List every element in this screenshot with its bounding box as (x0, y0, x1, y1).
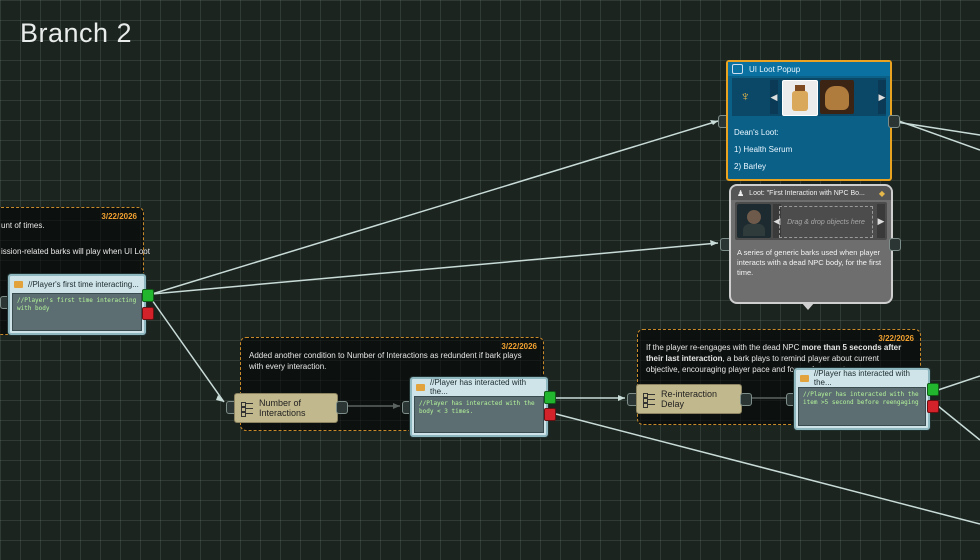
output-port-true[interactable] (142, 289, 154, 302)
wire-popup-out-2 (895, 121, 980, 136)
loot-heading: Dean's Loot: (734, 128, 779, 137)
next-arrow-button[interactable]: ▶ (877, 204, 885, 238)
arrow-to-delay (618, 395, 625, 401)
comment-text: Added another condition to Number of Int… (249, 351, 522, 371)
bark-node-first-interaction[interactable]: //Player's first time interacting... //P… (8, 274, 146, 335)
bark-node-reengage[interactable]: //Player has interacted with the... //Pl… (794, 368, 930, 430)
output-port-true[interactable] (544, 391, 556, 404)
person-icon: ♟ (737, 188, 745, 198)
node-script: //Player's first time interacting with b… (12, 293, 142, 331)
node-script: //Player has interacted with the item >5… (798, 387, 926, 426)
npc-portrait (737, 204, 771, 238)
arrow-to-loot (710, 240, 718, 246)
condition-label: Re-interaction Delay (661, 389, 718, 409)
node-title: //Player's first time interacting... (28, 279, 139, 289)
loot-image-strip: ♆ ◀ ▶ (732, 78, 886, 116)
comment-date: 3/22/2026 (101, 212, 137, 221)
loot-object-strip: ◀ Drag & drop objects here ▶ (735, 202, 887, 240)
node-title: //Player has interacted with the... (813, 369, 910, 387)
barley-thumbnail[interactable] (820, 80, 854, 114)
output-port-false[interactable] (544, 408, 556, 421)
feather-icon: ♆ (740, 88, 751, 104)
wire-reengage-out-1 (937, 375, 980, 391)
speaker-icon: ◆ (878, 188, 885, 198)
condition-node-reinteraction-delay[interactable]: Re-interaction Delay (636, 384, 742, 414)
loot-node-title: Loot: "First Interaction with NPC Bo... (749, 189, 865, 197)
speech-tail (801, 302, 815, 310)
output-port[interactable] (336, 401, 348, 414)
prev-arrow-button[interactable]: ◀ (770, 80, 778, 114)
popup-icon (732, 64, 743, 74)
condition-node-number-of-interactions[interactable]: Number of Interactions (234, 393, 338, 423)
loot-list: Dean's Loot: 1) Health Serum 2) Barley (734, 124, 792, 175)
loot-item: 2) Barley (734, 162, 767, 171)
comment-text-line1: unt of times. (1, 221, 45, 230)
wire-first-to-number (151, 299, 225, 403)
popup-title: UI Loot Popup (749, 64, 801, 74)
loot-node-description: A series of generic barks used when play… (737, 248, 882, 277)
output-port-false[interactable] (927, 400, 939, 413)
condition-label: Number of Interactions (259, 398, 306, 418)
output-port[interactable] (889, 238, 901, 251)
output-port-true[interactable] (927, 383, 939, 396)
speech-icon (14, 280, 23, 288)
comment-text-line2: ission-related barks will play when UI L… (1, 247, 150, 256)
bark-node-interacted-under-3[interactable]: //Player has interacted with the... //Pl… (410, 377, 548, 437)
wire-interacted-red-out (555, 413, 980, 525)
checklist-icon (643, 392, 655, 408)
speech-icon (416, 383, 425, 391)
drop-zone[interactable]: Drag & drop objects here (779, 206, 873, 238)
checklist-icon (241, 401, 253, 417)
node-script: //Player has interacted with the body < … (414, 396, 544, 433)
output-port-false[interactable] (142, 307, 154, 320)
loot-node-first-interaction[interactable]: ♟ Loot: "First Interaction with NPC Bo...… (729, 184, 893, 310)
wire-reengage-out-2 (937, 405, 980, 441)
ui-loot-popup-node[interactable]: UI Loot Popup ♆ ◀ ▶ Dean's Loot: 1) Heal… (726, 60, 892, 181)
speech-icon (800, 374, 809, 382)
output-port[interactable] (740, 393, 752, 406)
loot-item: 1) Health Serum (734, 145, 793, 154)
node-title: //Player has interacted with the... (430, 378, 527, 396)
output-port[interactable] (888, 115, 900, 128)
next-arrow-button[interactable]: ▶ (878, 80, 886, 114)
health-serum-thumbnail[interactable] (782, 80, 818, 116)
